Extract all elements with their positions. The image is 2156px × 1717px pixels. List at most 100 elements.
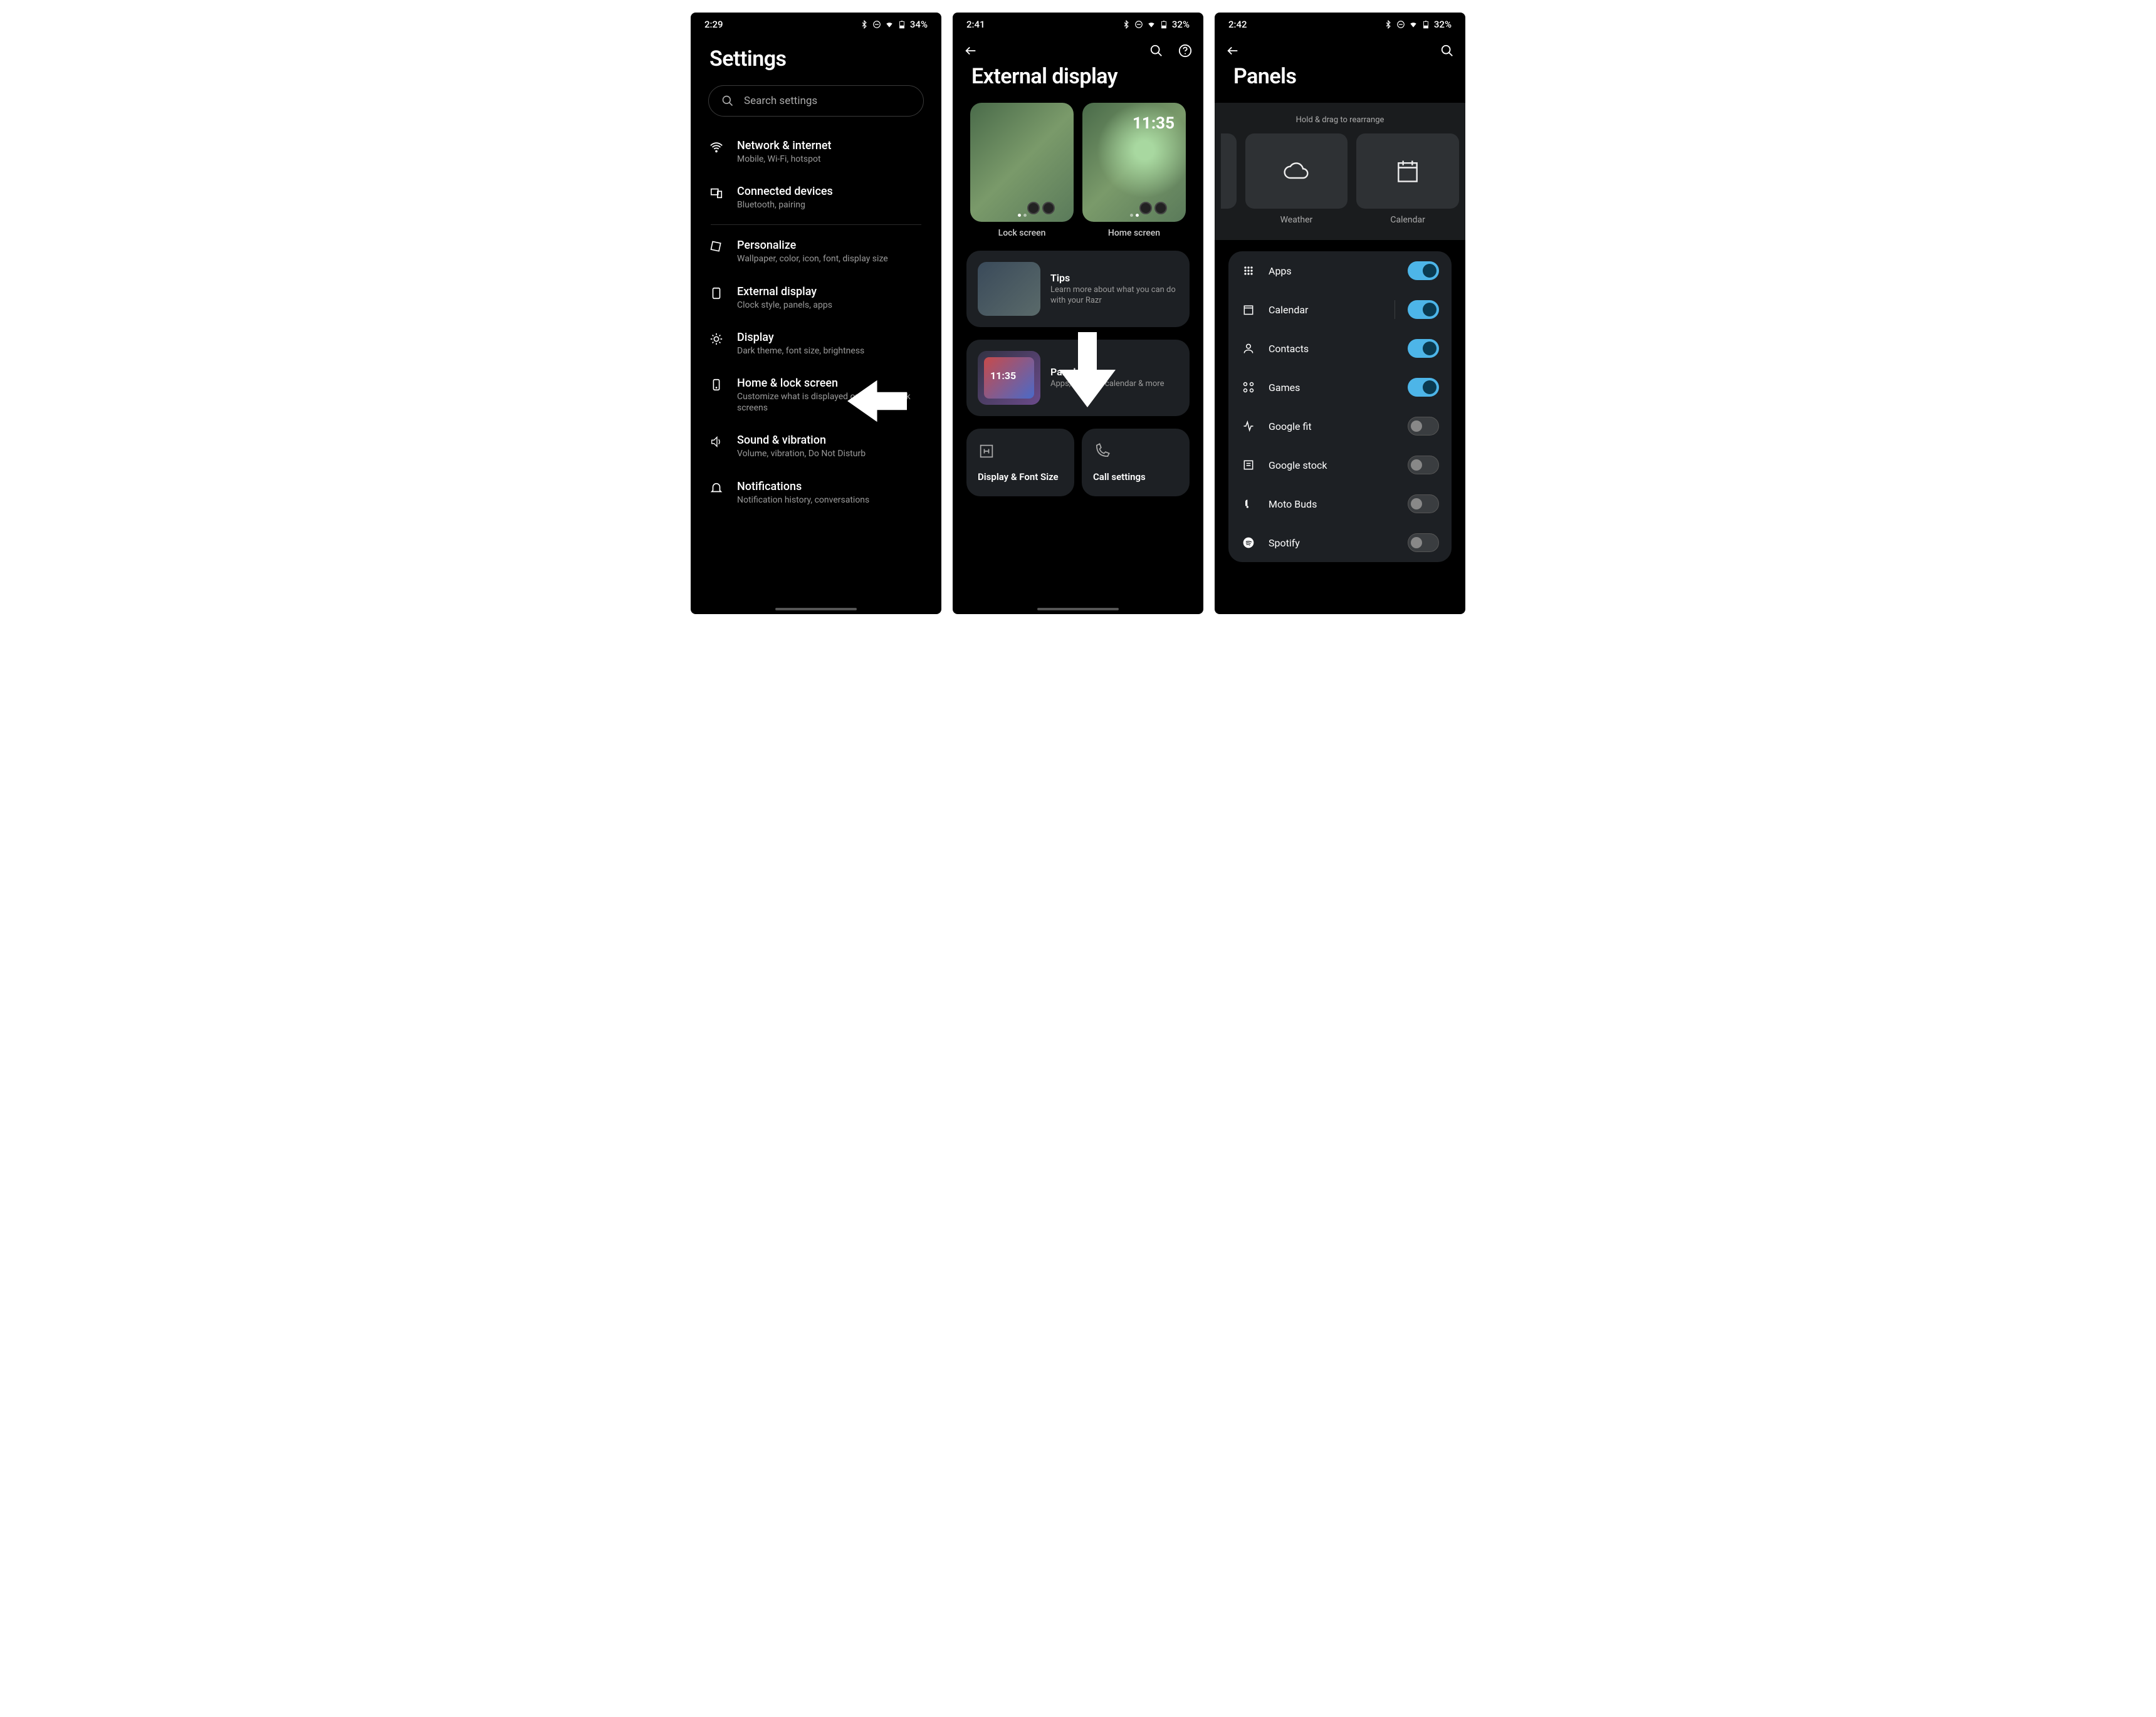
brightness-icon [709,332,723,346]
status-bar: 2:41 32% [953,13,1203,34]
search-input[interactable]: Search settings [708,85,924,117]
settings-list: Network & internetMobile, Wi-Fi, hotspot… [691,129,941,614]
back-icon[interactable] [1226,44,1240,58]
preview-lock[interactable]: Lock screen [970,103,1074,238]
battery-icon [1159,20,1168,29]
phone-icon [1093,442,1111,460]
switch[interactable] [1408,339,1439,358]
nav-pill[interactable] [1037,608,1119,610]
toggle-games[interactable]: Games [1228,368,1452,407]
toggle-moto-buds[interactable]: Moto Buds [1228,484,1452,523]
devices-icon [709,186,723,200]
switch[interactable] [1408,533,1439,552]
row-sound[interactable]: Sound & vibrationVolume, vibration, Do N… [701,424,931,469]
preview-home[interactable]: 11:35 Home screen [1082,103,1186,238]
search-icon [721,95,734,107]
switch[interactable] [1408,456,1439,474]
top-bar [1215,34,1465,64]
dnd-icon [1396,20,1405,29]
switch[interactable] [1408,417,1439,436]
page-title: Settings [691,34,941,85]
battery-pct: 32% [1172,19,1190,30]
toggle-spotify[interactable]: Spotify [1228,523,1452,562]
panels-reorder: Hold & drag to rearrange Weather Calenda… [1215,103,1465,240]
apps-icon [1242,264,1255,277]
card-display-font[interactable]: Display & Font Size [966,429,1074,496]
divider [711,224,921,225]
search-icon[interactable] [1149,44,1163,58]
toggle-google-fit[interactable]: Google fit [1228,407,1452,446]
row-display[interactable]: DisplayDark theme, font size, brightness [701,321,931,367]
cloud-icon [1282,157,1310,185]
panel-tile-calendar[interactable] [1356,133,1459,209]
spotify-icon [1242,536,1255,549]
person-icon [1242,342,1255,355]
switch[interactable] [1408,378,1439,397]
calendar-icon [1242,303,1255,316]
help-icon[interactable] [1178,44,1192,58]
search-placeholder: Search settings [744,95,817,107]
clock: 2:29 [704,19,723,30]
status-bar: 2:42 32% [1215,13,1465,34]
home-lock-icon [709,378,723,392]
page-title: Panels [1215,64,1465,103]
arrow-annotation-icon [1059,332,1116,407]
row-personalize[interactable]: PersonalizeWallpaper, color, icon, font,… [701,229,931,274]
row-network[interactable]: Network & internetMobile, Wi-Fi, hotspot [701,129,931,175]
top-bar [953,34,1203,64]
panel-tile-weather[interactable] [1245,133,1348,209]
personalize-icon [709,240,723,254]
activity-icon [1242,420,1255,432]
battery-pct: 32% [1434,19,1452,30]
search-icon[interactable] [1440,44,1454,58]
screen-external-display: 2:41 32% External display Lock screen [953,13,1203,614]
preview-row: Lock screen 11:35 Home screen [953,103,1203,244]
external-display-icon [709,286,723,300]
earbuds-icon [1242,498,1255,510]
toggle-apps[interactable]: Apps [1228,251,1452,290]
back-icon[interactable] [964,44,978,58]
reorder-hint: Hold & drag to rearrange [1215,115,1465,125]
toggle-contacts[interactable]: Contacts [1228,329,1452,368]
card-tips[interactable]: Tips Learn more about what you can do wi… [966,251,1190,327]
sound-icon [709,435,723,449]
panels-toggle-list: Apps Calendar Contacts Games Google fit … [1228,251,1452,562]
article-icon [1242,459,1255,471]
wifi-icon [1409,20,1418,29]
dnd-icon [872,20,881,29]
row-notifications[interactable]: NotificationsNotification history, conve… [701,470,931,516]
toggle-calendar[interactable]: Calendar [1228,290,1452,329]
row-connected[interactable]: Connected devicesBluetooth, pairing [701,175,931,221]
status-icons: 32% [1384,19,1452,30]
switch[interactable] [1408,494,1439,513]
calendar-icon [1394,157,1421,185]
status-bar: 2:29 34% [691,13,941,34]
screen-settings: 2:29 34% Settings Search settings Networ… [691,13,941,614]
games-icon [1242,381,1255,394]
nav-pill[interactable] [775,608,857,610]
switch[interactable] [1408,261,1439,280]
clock: 2:41 [966,19,985,30]
clock: 2:42 [1228,19,1247,30]
row-external-display[interactable]: External displayClock style, panels, app… [701,275,931,321]
toggle-google-stock[interactable]: Google stock [1228,446,1452,484]
screen-panels: 2:42 32% Panels Hold & drag to rearrange [1215,13,1465,614]
status-icons: 32% [1122,19,1190,30]
dnd-icon [1134,20,1143,29]
battery-pct: 34% [910,19,928,30]
switch[interactable] [1408,300,1439,319]
arrow-annotation-icon [847,379,907,423]
status-icons: 34% [860,19,928,30]
wifi-icon [709,140,723,154]
battery-icon [897,20,906,29]
wifi-icon [1147,20,1156,29]
wifi-icon [885,20,894,29]
card-grid: Display & Font Size Call settings [966,429,1190,496]
battery-icon [1421,20,1430,29]
bluetooth-icon [1384,20,1393,29]
bell-icon [709,481,723,495]
panel-tile-partial[interactable] [1221,133,1237,209]
bluetooth-icon [1122,20,1131,29]
card-call-settings[interactable]: Call settings [1082,429,1190,496]
bluetooth-icon [860,20,869,29]
